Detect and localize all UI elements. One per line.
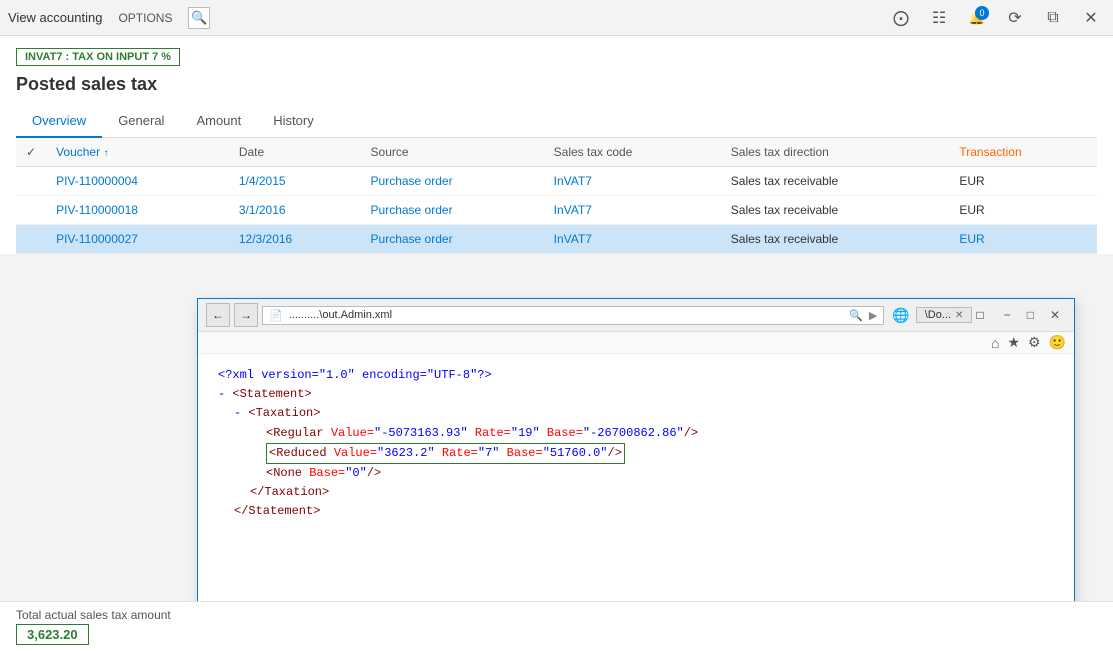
row-transaction: EUR xyxy=(949,196,1097,225)
filter-badge: INVAT7 : TAX ON INPUT 7 % xyxy=(16,48,180,66)
restore-button[interactable]: ⧉ xyxy=(1039,4,1067,32)
col-source[interactable]: Source xyxy=(361,138,544,167)
notification-badge: 0 xyxy=(975,6,989,20)
restore-icon: ⧉ xyxy=(1047,9,1058,27)
xml-line-5: <Reduced Value="3623.2" Rate="7" Base="5… xyxy=(266,443,1054,464)
row-voucher[interactable]: PIV-110000018 xyxy=(46,196,229,225)
row-date: 3/1/2016 xyxy=(229,196,361,225)
tab-amount[interactable]: Amount xyxy=(180,105,257,138)
xml-line-3: - <Taxation> xyxy=(234,404,1054,423)
row-sales-tax-code[interactable]: InVAT7 xyxy=(544,225,721,254)
check-icon: ✓ xyxy=(26,145,36,159)
top-bar: View accounting OPTIONS 🔍 ⨀ ☷ 🔔 0 ⟳ ⧉ ✕ xyxy=(0,0,1113,36)
row-check xyxy=(16,225,46,254)
tab-overview[interactable]: Overview xyxy=(16,105,102,138)
maximize-button[interactable]: □ xyxy=(1021,306,1040,324)
row-sales-tax-code[interactable]: InVAT7 xyxy=(544,196,721,225)
row-sales-tax-code[interactable]: InVAT7 xyxy=(544,167,721,196)
row-sales-tax-direction: Sales tax receivable xyxy=(721,225,950,254)
row-source: Purchase order xyxy=(361,225,544,254)
main-content: INVAT7 : TAX ON INPUT 7 % Posted sales t… xyxy=(0,36,1113,254)
browser-toolbar: ⌂ ★ ⚙ 🙂 xyxy=(198,332,1074,354)
row-date: 12/3/2016 xyxy=(229,225,361,254)
row-transaction: EUR xyxy=(949,225,1097,254)
refresh-button[interactable]: ⟳ xyxy=(1001,4,1029,32)
nav-arrow-icon: ▶ xyxy=(869,309,877,322)
office-icon-button[interactable]: ☷ xyxy=(925,4,953,32)
row-voucher[interactable]: PIV-110000004 xyxy=(46,167,229,196)
xml-line-6: <None Base="0"/> xyxy=(266,464,1054,483)
total-amount-box: 3,623.20 xyxy=(16,624,89,645)
search-icon: 🔍 xyxy=(191,10,207,26)
col-sales-tax-direction[interactable]: Sales tax direction xyxy=(721,138,950,167)
row-sales-tax-direction: Sales tax receivable xyxy=(721,167,950,196)
row-date: 1/4/2015 xyxy=(229,167,361,196)
minimize-button[interactable]: − xyxy=(998,306,1017,324)
tabs: Overview General Amount History xyxy=(16,105,1097,138)
table-container: ✓ Voucher ↑ Date Source Sales tax code S… xyxy=(16,138,1097,254)
row-transaction: EUR xyxy=(949,167,1097,196)
ie-icon: 🌐 xyxy=(892,307,909,324)
col-voucher[interactable]: Voucher ↑ xyxy=(46,138,229,167)
view-accounting-nav[interactable]: View accounting xyxy=(8,10,102,25)
new-tab-button[interactable]: □ xyxy=(976,308,983,322)
grid-icon: ⨀ xyxy=(893,8,909,28)
col-sales-tax-code[interactable]: Sales tax code xyxy=(544,138,721,167)
forward-button[interactable]: → xyxy=(234,303,258,327)
tab-general[interactable]: General xyxy=(102,105,180,138)
smiley-icon[interactable]: 🙂 xyxy=(1049,334,1066,351)
col-check: ✓ xyxy=(16,138,46,167)
row-source: Purchase order xyxy=(361,196,544,225)
browser-tab-label: \Do... xyxy=(925,309,951,321)
star-icon[interactable]: ★ xyxy=(1007,334,1020,351)
browser-tab[interactable]: \Do... ✕ xyxy=(916,307,973,323)
table-row[interactable]: PIV-110000027 12/3/2016 Purchase order I… xyxy=(16,225,1097,254)
home-icon[interactable]: ⌂ xyxy=(991,335,999,351)
xml-line-8: </Statement> xyxy=(234,502,1054,521)
back-button[interactable]: ← xyxy=(206,303,230,327)
total-label: Total actual sales tax amount xyxy=(16,608,1097,622)
popup-close-button[interactable]: ✕ xyxy=(1044,306,1066,324)
search-button[interactable]: 🔍 xyxy=(188,7,210,29)
office-icon: ☷ xyxy=(932,8,946,28)
xml-line-7: </Taxation> xyxy=(250,483,1054,502)
row-check xyxy=(16,167,46,196)
xml-highlighted-line: <Reduced Value="3623.2" Rate="7" Base="5… xyxy=(266,443,625,464)
grid-icon-button[interactable]: ⨀ xyxy=(887,4,915,32)
close-button[interactable]: ✕ xyxy=(1077,4,1105,32)
browser-titlebar: ← → 📄 ..........\out.Admin.xml 🔍 ▶ 🌐 \Do… xyxy=(198,299,1074,332)
notification-button[interactable]: 🔔 0 xyxy=(963,4,991,32)
settings-icon[interactable]: ⚙ xyxy=(1028,334,1041,351)
search-mini-icon: 🔍 xyxy=(849,309,863,322)
col-transaction[interactable]: Transaction xyxy=(949,138,1097,167)
browser-tab-bar: \Do... ✕ □ xyxy=(916,307,984,323)
browser-nav: ← → 📄 ..........\out.Admin.xml 🔍 ▶ 🌐 xyxy=(206,303,910,327)
refresh-icon: ⟳ xyxy=(1008,8,1021,28)
row-check xyxy=(16,196,46,225)
browser-popup: ← → 📄 ..........\out.Admin.xml 🔍 ▶ 🌐 \Do… xyxy=(197,298,1075,608)
row-voucher[interactable]: PIV-110000027 xyxy=(46,225,229,254)
page-title: Posted sales tax xyxy=(16,74,1097,95)
table-row[interactable]: PIV-110000018 3/1/2016 Purchase order In… xyxy=(16,196,1097,225)
xml-line-2: - <Statement> xyxy=(218,385,1054,404)
address-bar[interactable]: 📄 ..........\out.Admin.xml 🔍 ▶ xyxy=(262,306,884,325)
sort-arrow-icon: ↑ xyxy=(103,148,108,159)
row-sales-tax-direction: Sales tax receivable xyxy=(721,196,950,225)
xml-line-1: <?xml version="1.0" encoding="UTF-8"?> xyxy=(218,366,1054,385)
row-source: Purchase order xyxy=(361,167,544,196)
main-table: ✓ Voucher ↑ Date Source Sales tax code S… xyxy=(16,138,1097,254)
page-icon: 📄 xyxy=(269,309,283,322)
xml-line-4: <Regular Value="-5073163.93" Rate="19" B… xyxy=(266,424,1054,443)
col-date[interactable]: Date xyxy=(229,138,361,167)
footer: Total actual sales tax amount 3,623.20 xyxy=(0,601,1113,651)
address-text: ..........\out.Admin.xml xyxy=(289,309,843,321)
close-icon: ✕ xyxy=(1084,8,1097,28)
table-row[interactable]: PIV-110000004 1/4/2015 Purchase order In… xyxy=(16,167,1097,196)
tab-history[interactable]: History xyxy=(257,105,329,138)
options-menu[interactable]: OPTIONS xyxy=(118,11,172,25)
browser-tab-close-button[interactable]: ✕ xyxy=(955,310,963,321)
xml-content: <?xml version="1.0" encoding="UTF-8"?> -… xyxy=(198,354,1074,607)
